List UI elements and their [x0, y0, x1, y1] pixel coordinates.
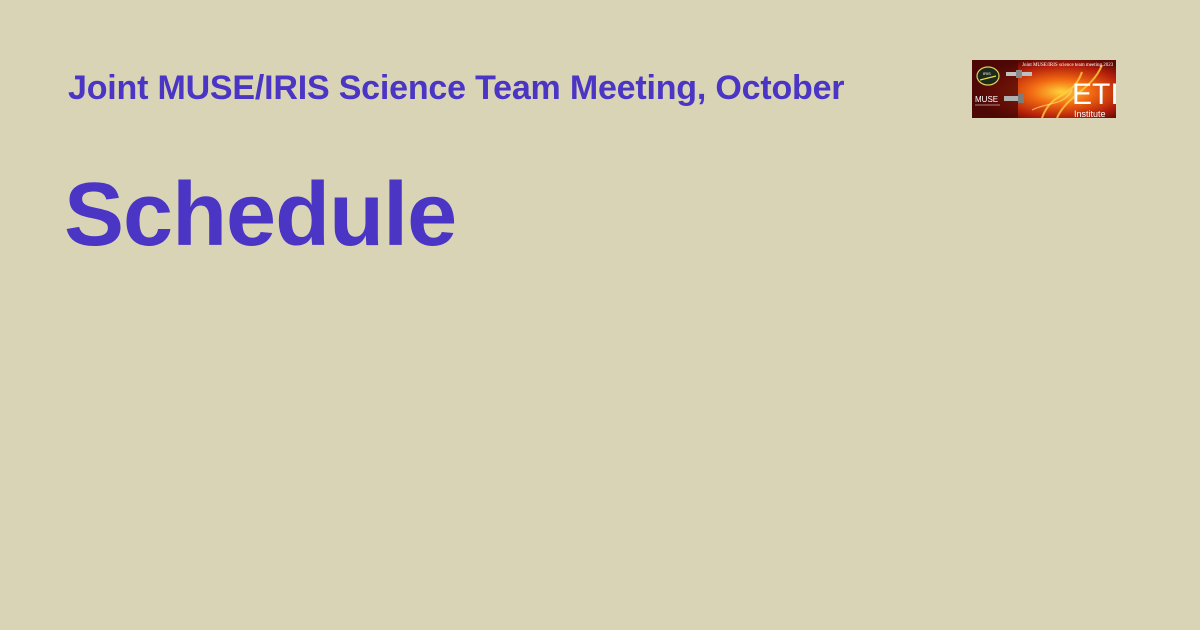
- iris-badge-label: IRIS: [983, 71, 991, 76]
- banner-caption: Joint MUSE/IRIS science team meeting 202…: [1022, 63, 1114, 68]
- eti-institute-text: Institute: [1074, 109, 1106, 118]
- muse-logo-text: MUSE: [975, 95, 998, 104]
- social-card: Joint MUSE/IRIS Science Team Meeting, Oc…: [0, 0, 1200, 630]
- eti-logo-text: ETI: [1072, 78, 1116, 111]
- event-title: Joint MUSE/IRIS Science Team Meeting, Oc…: [68, 69, 845, 107]
- meeting-banner-image: Joint MUSE/IRIS science team meeting 202…: [972, 60, 1116, 118]
- page-title: Schedule: [64, 165, 457, 265]
